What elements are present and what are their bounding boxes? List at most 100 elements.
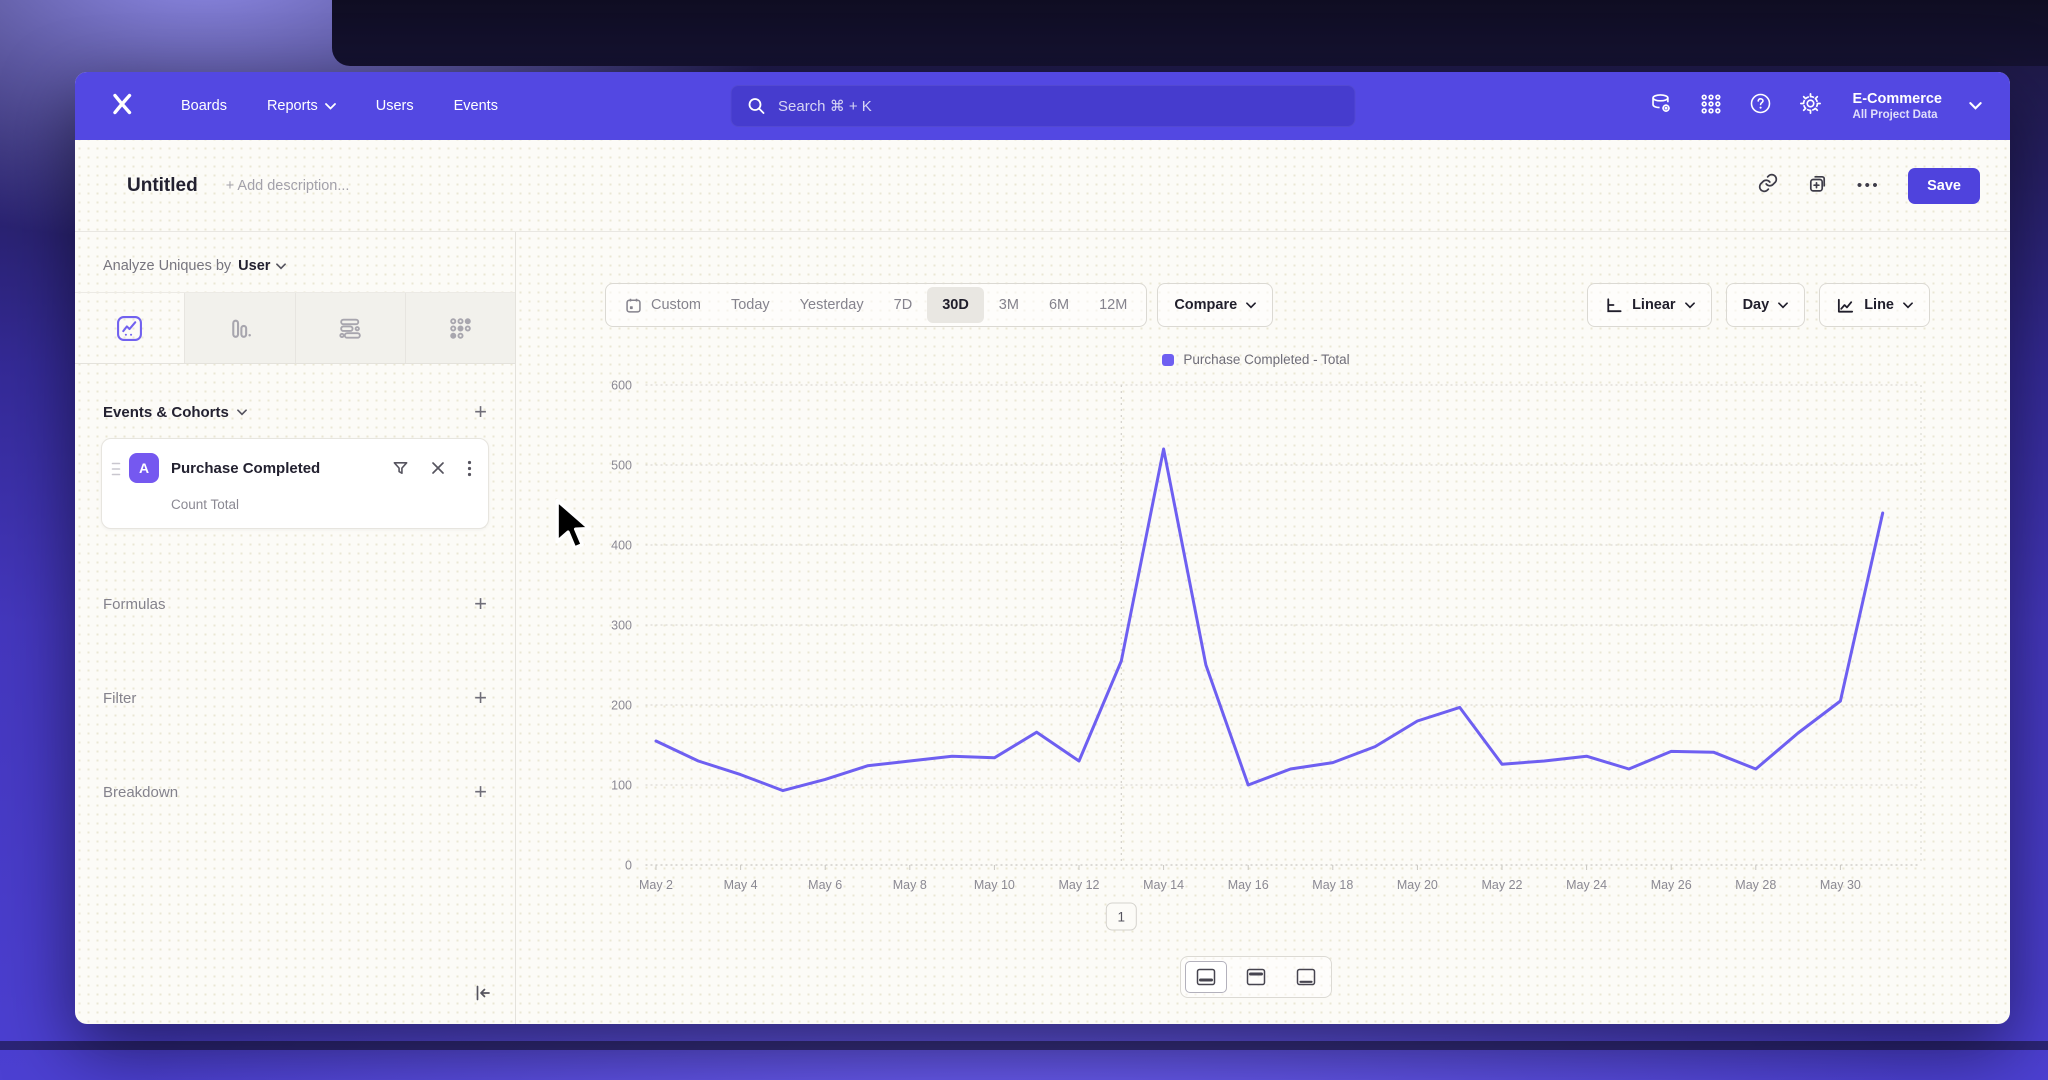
line-chart: 0100200300400500600May 2May 4May 6May 8M… — [571, 375, 1941, 955]
add-breakdown-button[interactable]: + — [474, 782, 487, 802]
toolbar-actions: ••• Save — [1757, 168, 1980, 204]
x-tick-label: May 14 — [1143, 878, 1184, 892]
collapse-sidebar-icon[interactable] — [473, 983, 493, 1008]
range-item[interactable]: Today — [716, 287, 785, 323]
event-card[interactable]: A Purchase Completed Count Total — [101, 438, 489, 529]
project-name: E-Commerce — [1853, 90, 1942, 108]
range-item[interactable]: Custom — [610, 287, 716, 323]
split-bottom-icon — [1196, 968, 1216, 986]
range-label: Yesterday — [800, 297, 864, 313]
layout-toggle-group — [1180, 956, 1332, 998]
formulas-section: Formulas + — [103, 585, 487, 623]
query-builder-sidebar: Analyze Uniques by User — [75, 232, 516, 1024]
series-line — [656, 449, 1883, 791]
events-cohorts-label[interactable]: Events & Cohorts — [103, 404, 229, 421]
flows-tab-icon — [337, 315, 364, 342]
chart-type-dropdown[interactable]: Line — [1819, 283, 1930, 327]
project-scope: All Project Data — [1853, 108, 1942, 122]
breakdown-label: Breakdown — [103, 784, 178, 801]
drag-handle-icon[interactable] — [111, 453, 121, 512]
analyze-entity-dropdown[interactable]: User — [238, 258, 286, 274]
report-type-tabs — [75, 292, 515, 364]
date-range-selector: Custom Today Yesterday 7D 30D 3M 6M 12M — [605, 283, 1147, 327]
duplicate-icon[interactable] — [1807, 172, 1829, 199]
scale-dropdown[interactable]: Linear — [1587, 283, 1712, 327]
x-tick-label: May 6 — [808, 878, 842, 892]
backdrop-top-shade — [332, 0, 2048, 66]
nav-item-reports[interactable]: Reports — [267, 98, 336, 114]
project-selector[interactable]: E-Commerce All Project Data — [1853, 90, 1942, 123]
legend-item[interactable]: Purchase Completed - Total — [1162, 352, 1349, 367]
range-label: Today — [731, 297, 770, 313]
chevron-down-icon[interactable] — [237, 409, 247, 416]
layout-chart-only-button[interactable] — [1235, 961, 1277, 993]
chevron-down-icon — [1246, 302, 1256, 309]
range-item[interactable]: 6M — [1034, 287, 1084, 323]
chart-controls-row: Custom Today Yesterday 7D 30D 3M 6M 12M … — [605, 283, 1930, 327]
line-chart-tab-icon — [116, 315, 143, 342]
add-event-button[interactable]: + — [474, 402, 487, 422]
add-filter-button[interactable]: + — [474, 688, 487, 708]
search-placeholder: Search ⌘ + K — [778, 97, 872, 115]
filter-funnel-icon[interactable] — [392, 460, 409, 477]
more-options-icon[interactable]: ••• — [1857, 177, 1880, 194]
nav-item-boards[interactable]: Boards — [181, 98, 227, 114]
nav-item-label: Reports — [267, 98, 318, 114]
nav-item-label: Events — [454, 98, 498, 114]
search-input[interactable]: Search ⌘ + K — [730, 85, 1355, 127]
chart-type-label: Line — [1864, 297, 1894, 313]
nav-item-label: Users — [376, 98, 414, 114]
range-label: Custom — [651, 297, 701, 313]
range-label: 3M — [999, 297, 1019, 313]
range-label: 6M — [1049, 297, 1069, 313]
data-management-icon[interactable] — [1649, 92, 1673, 121]
tab-insights[interactable] — [75, 293, 185, 363]
mixpanel-logo-icon[interactable] — [109, 91, 135, 122]
kebab-menu-icon[interactable] — [467, 460, 472, 477]
add-formula-button[interactable]: + — [474, 594, 487, 614]
chevron-down-icon[interactable] — [1969, 102, 1982, 110]
tab-retention[interactable] — [406, 293, 515, 363]
layout-chart-and-table-button[interactable] — [1185, 961, 1227, 993]
compare-dropdown[interactable]: Compare — [1157, 283, 1273, 327]
y-tick-label: 500 — [611, 459, 632, 473]
settings-gear-icon[interactable] — [1799, 92, 1822, 120]
top-navbar: Boards Reports Users Events Search ⌘ + K — [75, 72, 2010, 140]
tab-flows[interactable] — [296, 293, 406, 363]
range-item[interactable]: 7D — [879, 287, 928, 323]
y-tick-label: 400 — [611, 539, 632, 553]
range-item[interactable]: 12M — [1084, 287, 1142, 323]
filter-section: Filter + — [103, 679, 487, 717]
chevron-down-icon — [276, 263, 286, 270]
event-metric[interactable]: Count Total — [171, 497, 472, 512]
bottom-bar-icon — [1296, 968, 1316, 986]
layout-table-only-button[interactable] — [1285, 961, 1327, 993]
chart-display-controls: Linear Day Line — [1573, 283, 1930, 327]
events-cohorts-header: Events & Cohorts + — [103, 402, 487, 422]
x-tick-label: May 20 — [1397, 878, 1438, 892]
save-button[interactable]: Save — [1908, 168, 1980, 204]
y-tick-label: 100 — [611, 779, 632, 793]
range-item[interactable]: 30D — [927, 287, 984, 323]
add-description-field[interactable]: + Add description... — [226, 178, 350, 194]
range-label: 30D — [942, 297, 969, 313]
nav-item-events[interactable]: Events — [454, 98, 498, 114]
remove-event-icon[interactable] — [431, 461, 445, 475]
nav-item-users[interactable]: Users — [376, 98, 414, 114]
axis-scale-icon — [1604, 296, 1623, 315]
x-tick-label: May 30 — [1820, 878, 1861, 892]
analyze-entity-value: User — [238, 258, 270, 274]
report-toolbar: Untitled + Add description... ••• Save — [75, 140, 2010, 232]
tab-funnels[interactable] — [185, 293, 295, 363]
copy-link-icon[interactable] — [1757, 172, 1779, 199]
apps-grid-icon[interactable] — [1700, 93, 1722, 120]
layout-toggle-bar — [571, 956, 1941, 998]
report-title[interactable]: Untitled — [127, 175, 198, 197]
event-name[interactable]: Purchase Completed — [171, 460, 380, 477]
interval-dropdown[interactable]: Day — [1726, 283, 1806, 327]
bar-chart-tab-icon — [226, 315, 253, 342]
x-tick-label: May 28 — [1735, 878, 1776, 892]
range-item[interactable]: 3M — [984, 287, 1034, 323]
help-icon[interactable] — [1749, 92, 1772, 120]
range-item[interactable]: Yesterday — [785, 287, 879, 323]
